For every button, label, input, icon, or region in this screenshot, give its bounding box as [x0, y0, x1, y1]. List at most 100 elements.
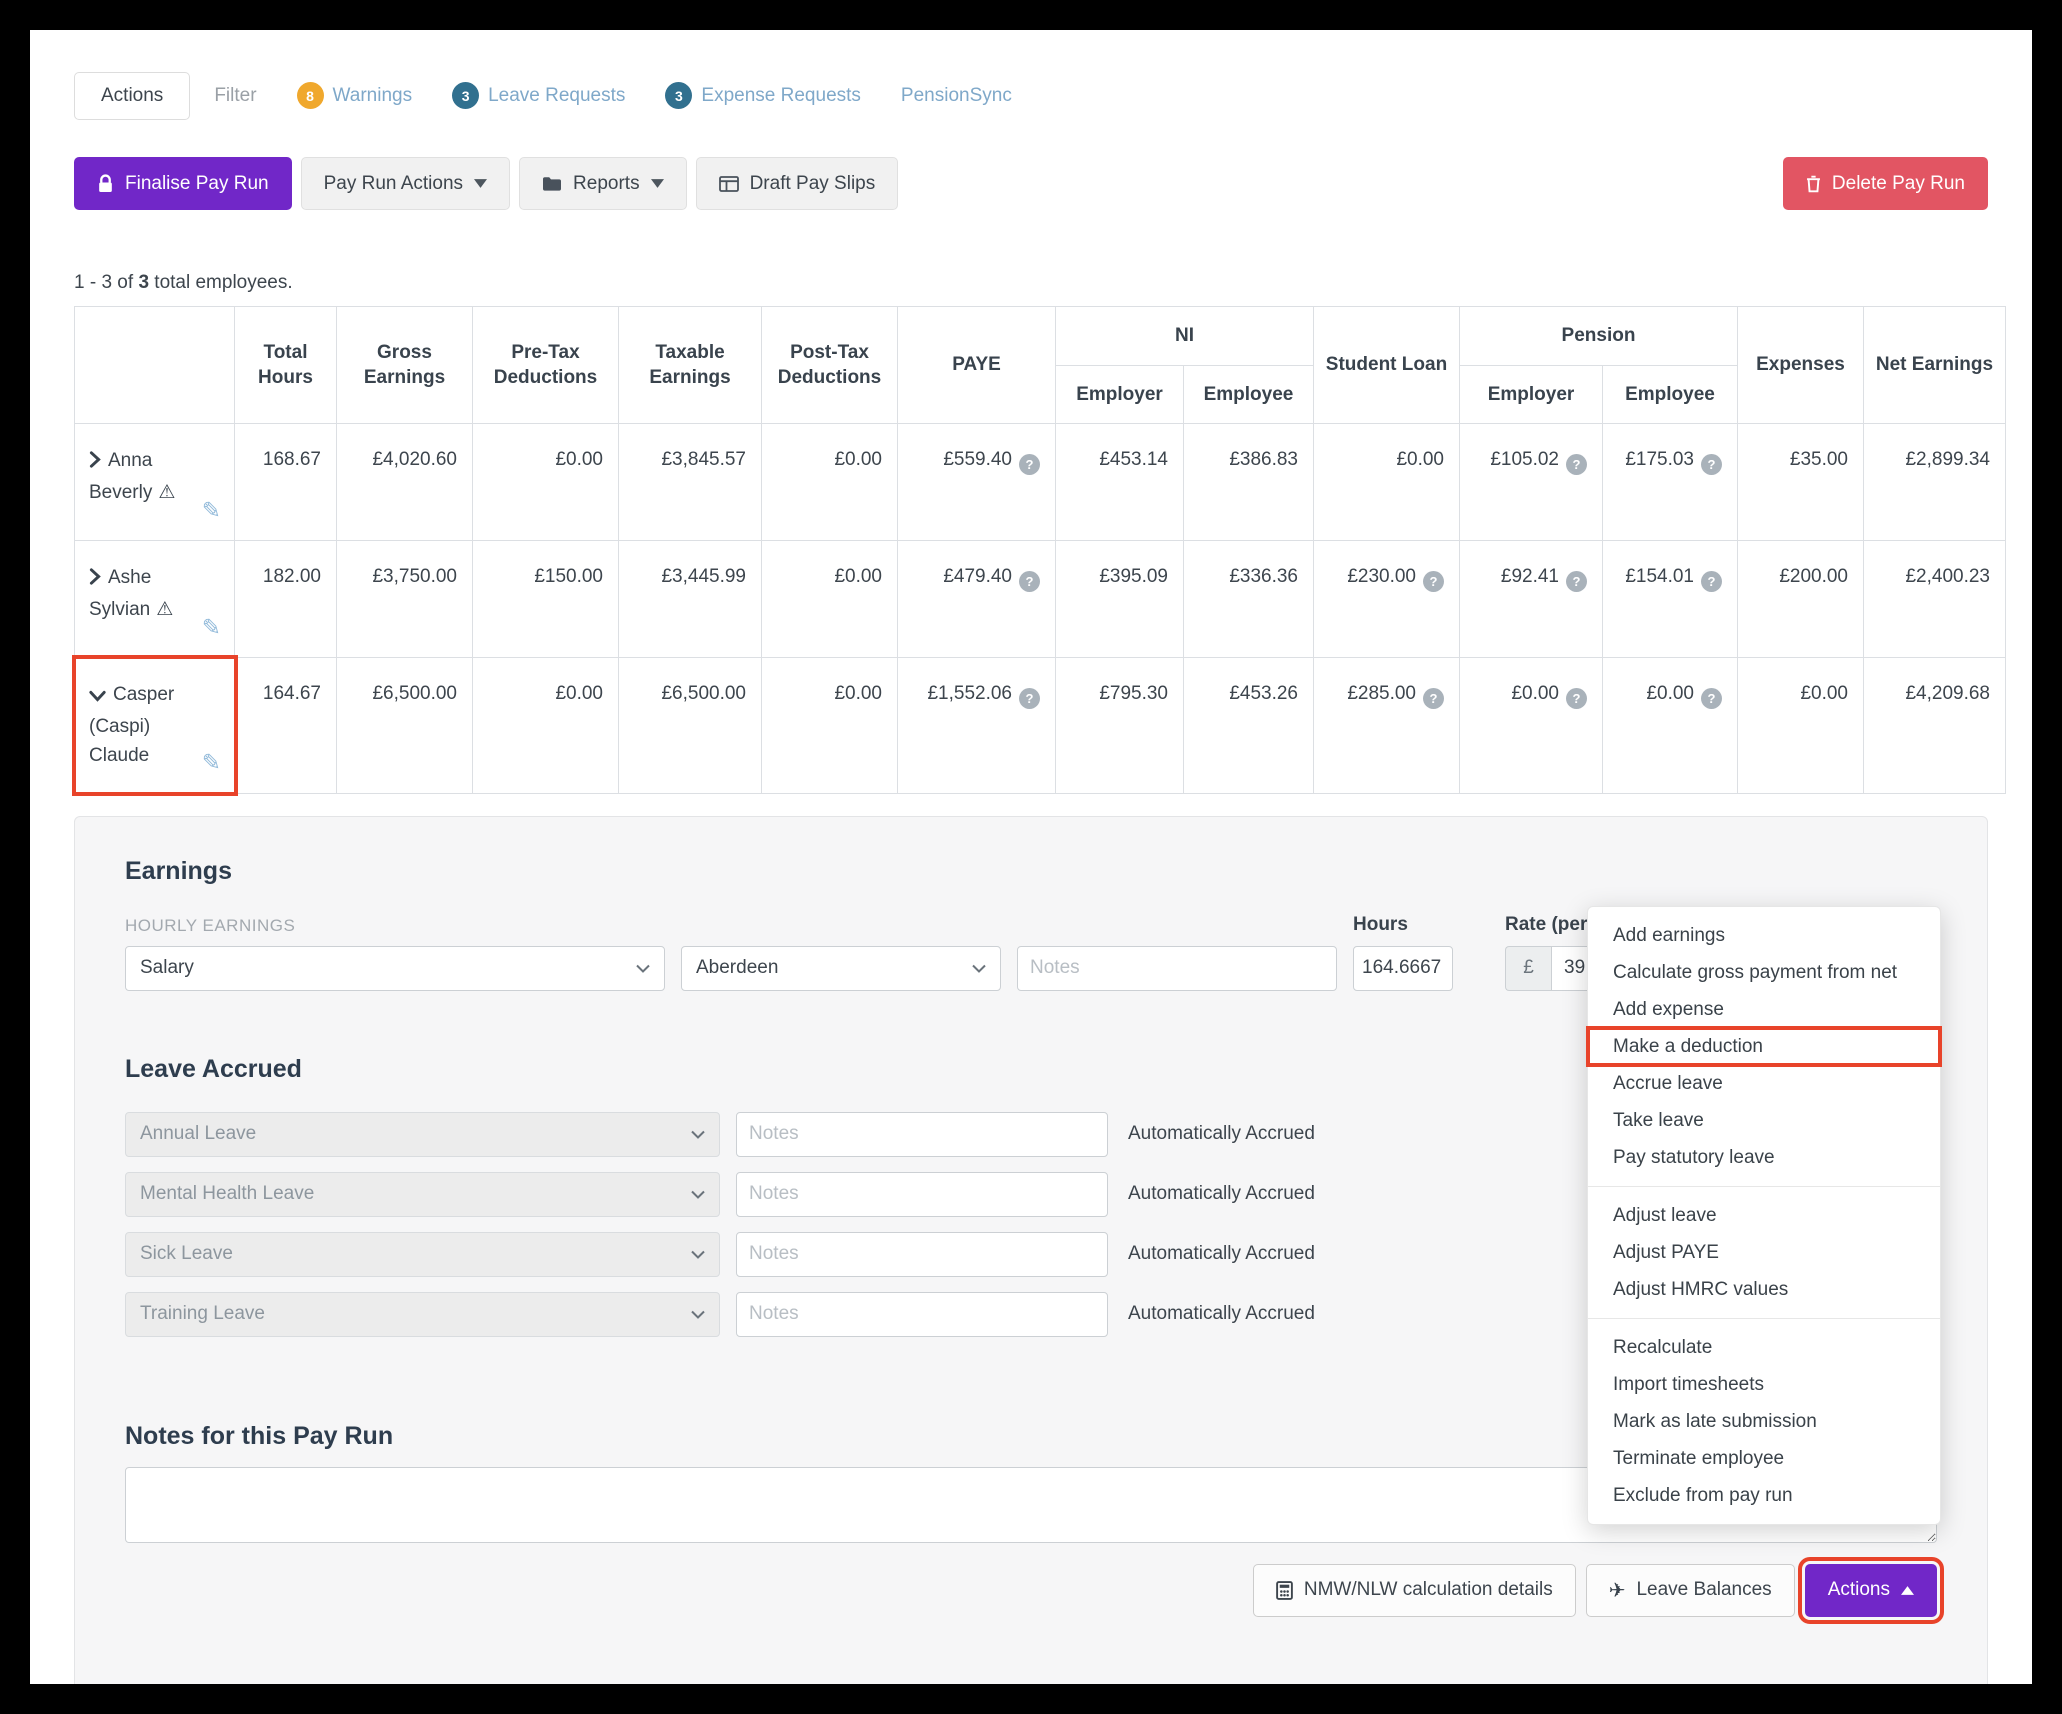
edit-pencil-icon[interactable]: ✎ — [202, 493, 221, 529]
pension-employee-header: Employee — [1603, 365, 1738, 424]
delete-pay-run-button[interactable]: Delete Pay Run — [1783, 157, 1988, 210]
detail-footer: NMW/NLW calculation details ✈ Leave Bala… — [125, 1564, 1937, 1617]
location-select[interactable]: Aberdeen — [681, 946, 1001, 991]
menu-item-calculate-gross-payment-from-net[interactable]: Calculate gross payment from net — [1588, 954, 1940, 991]
pre-tax-deductions-cell: £0.00 — [473, 424, 619, 541]
employee-name-cell-highlighted[interactable]: Casper (Caspi) Claude ✎ — [75, 658, 235, 793]
leave-type-value: Training Leave — [140, 1303, 265, 1325]
finalise-pay-run-label: Finalise Pay Run — [125, 173, 269, 195]
lock-icon — [97, 174, 114, 193]
expenses-cell: £35.00 — [1738, 424, 1864, 541]
ni-employee-cell: £453.26 — [1184, 658, 1314, 793]
chevron-down-icon[interactable] — [89, 682, 106, 711]
tab-filter[interactable]: Filter — [198, 73, 272, 119]
info-question-icon[interactable] — [1566, 688, 1587, 709]
edit-pencil-icon[interactable]: ✎ — [202, 745, 221, 781]
pay-run-actions-button[interactable]: Pay Run Actions — [301, 157, 510, 210]
net-earnings-cell: £2,899.34 — [1864, 424, 2006, 541]
chevron-down-icon — [636, 964, 650, 973]
actions-button[interactable]: Actions — [1805, 1564, 1937, 1617]
plane-icon: ✈ — [1609, 1578, 1626, 1603]
nmw-calculation-details-button[interactable]: NMW/NLW calculation details — [1253, 1564, 1576, 1617]
draft-pay-slips-button[interactable]: Draft Pay Slips — [696, 157, 899, 210]
menu-item-add-earnings[interactable]: Add earnings — [1588, 917, 1940, 954]
expenses-header: Expenses — [1738, 307, 1864, 424]
info-question-icon[interactable] — [1423, 571, 1444, 592]
tab-actions[interactable]: Actions — [74, 72, 190, 120]
chevron-right-icon[interactable] — [89, 448, 101, 477]
earnings-heading: Earnings — [125, 857, 1937, 886]
leave-balances-button[interactable]: ✈ Leave Balances — [1586, 1564, 1795, 1617]
total-hours-cell: 168.67 — [235, 424, 337, 541]
post-tax-deductions-cell: £0.00 — [762, 658, 898, 793]
tab-leave-requests[interactable]: 3 Leave Requests — [436, 70, 641, 121]
menu-divider — [1588, 1318, 1940, 1319]
menu-item-mark-as-late-submission[interactable]: Mark as late submission — [1588, 1403, 1940, 1440]
info-question-icon[interactable] — [1701, 688, 1722, 709]
menu-item-accrue-leave[interactable]: Accrue leave — [1588, 1065, 1940, 1102]
info-question-icon[interactable] — [1566, 571, 1587, 592]
pension-employer-cell: £105.02 — [1460, 424, 1603, 541]
chevron-right-icon[interactable] — [89, 565, 101, 594]
tab-warnings[interactable]: 8 Warnings — [281, 70, 429, 121]
leave-type-select[interactable]: Training Leave — [125, 1292, 720, 1337]
student-loan-cell: £230.00 — [1314, 541, 1460, 658]
student-loan-cell: £0.00 — [1314, 424, 1460, 541]
menu-item-take-leave[interactable]: Take leave — [1588, 1102, 1940, 1139]
info-question-icon[interactable] — [1701, 571, 1722, 592]
pension-employer-value: £92.41 — [1501, 566, 1559, 587]
chevron-down-icon — [972, 964, 986, 973]
leave-type-select[interactable]: Sick Leave — [125, 1232, 720, 1277]
leave-type-select[interactable]: Annual Leave — [125, 1112, 720, 1157]
hours-input[interactable] — [1353, 946, 1453, 991]
net-earnings-cell: £2,400.23 — [1864, 541, 2006, 658]
info-question-icon[interactable] — [1423, 688, 1444, 709]
menu-item-add-expense[interactable]: Add expense — [1588, 991, 1940, 1028]
total-hours-header: Total Hours — [235, 307, 337, 424]
leave-type-select[interactable]: Mental Health Leave — [125, 1172, 720, 1217]
leave-type-value: Sick Leave — [140, 1243, 233, 1265]
menu-item-pay-statutory-leave[interactable]: Pay statutory leave — [1588, 1139, 1940, 1176]
info-question-icon[interactable] — [1019, 688, 1040, 709]
info-question-icon[interactable] — [1566, 454, 1587, 475]
tab-warnings-label: Warnings — [333, 85, 413, 107]
earning-type-select[interactable]: Salary — [125, 946, 665, 991]
expense-requests-count-badge: 3 — [665, 82, 692, 109]
earning-notes-input[interactable] — [1017, 946, 1337, 991]
employee-name-cell[interactable]: Ashe Sylvian⚠ ✎ — [75, 541, 235, 658]
leave-notes-input[interactable] — [736, 1172, 1108, 1217]
menu-item-recalculate[interactable]: Recalculate — [1588, 1329, 1940, 1366]
menu-item-terminate-employee[interactable]: Terminate employee — [1588, 1440, 1940, 1477]
menu-item-adjust-hmrc-values[interactable]: Adjust HMRC values — [1588, 1271, 1940, 1308]
employee-row-expanded: Casper (Caspi) Claude ✎ 164.67 £6,500.00… — [75, 658, 2006, 793]
currency-addon: £ — [1505, 946, 1551, 991]
pension-employer-value: £105.02 — [1490, 449, 1559, 470]
reports-label: Reports — [573, 173, 640, 195]
leave-notes-input[interactable] — [736, 1112, 1108, 1157]
leave-notes-input[interactable] — [736, 1292, 1108, 1337]
menu-divider — [1588, 1186, 1940, 1187]
leave-notes-input[interactable] — [736, 1232, 1108, 1277]
menu-item-make-a-deduction[interactable]: Make a deduction — [1588, 1028, 1940, 1065]
ni-employer-cell: £453.14 — [1056, 424, 1184, 541]
info-question-icon[interactable] — [1019, 454, 1040, 475]
tab-actions-label: Actions — [101, 85, 163, 107]
ni-employee-cell: £336.36 — [1184, 541, 1314, 658]
finalise-pay-run-button[interactable]: Finalise Pay Run — [74, 157, 292, 210]
info-question-icon[interactable] — [1019, 571, 1040, 592]
reports-button[interactable]: Reports — [519, 157, 687, 210]
employee-name-cell[interactable]: Anna Beverly⚠ ✎ — [75, 424, 235, 541]
student-loan-header: Student Loan — [1314, 307, 1460, 424]
menu-item-import-timesheets[interactable]: Import timesheets — [1588, 1366, 1940, 1403]
expenses-cell: £0.00 — [1738, 658, 1864, 793]
chevron-down-icon — [691, 1130, 705, 1139]
pay-run-employee-table: Total Hours Gross Earnings Pre-Tax Deduc… — [74, 306, 2006, 794]
menu-item-adjust-leave[interactable]: Adjust leave — [1588, 1197, 1940, 1234]
tab-expense-requests[interactable]: 3 Expense Requests — [649, 70, 877, 121]
info-question-icon[interactable] — [1701, 454, 1722, 475]
menu-item-adjust-paye[interactable]: Adjust PAYE — [1588, 1234, 1940, 1271]
edit-pencil-icon[interactable]: ✎ — [202, 610, 221, 646]
tab-pensionsync[interactable]: PensionSync — [885, 73, 1028, 119]
menu-item-exclude-from-pay-run[interactable]: Exclude from pay run — [1588, 1477, 1940, 1514]
taxable-earnings-cell: £6,500.00 — [619, 658, 762, 793]
